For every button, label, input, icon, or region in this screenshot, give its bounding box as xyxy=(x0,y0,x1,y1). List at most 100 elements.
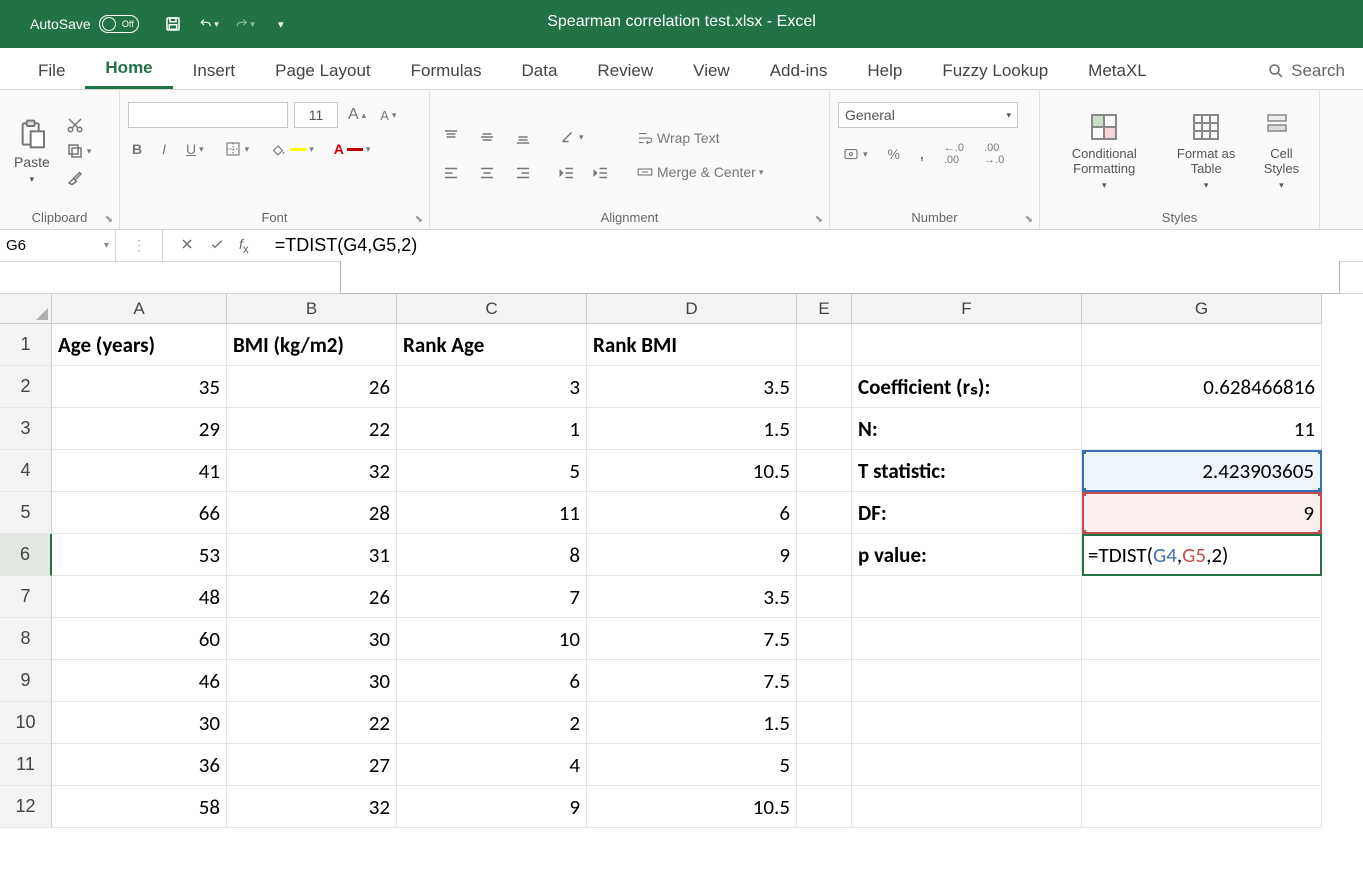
row-header-12[interactable]: 12 xyxy=(0,786,52,828)
cell-F3[interactable]: N: xyxy=(852,408,1082,450)
tab-insert[interactable]: Insert xyxy=(173,53,256,89)
redo-icon[interactable]: ▾ xyxy=(235,14,255,34)
row-header-2[interactable]: 2 xyxy=(0,366,52,408)
insert-function-icon[interactable]: fx xyxy=(239,236,249,256)
clipboard-launcher-icon[interactable]: ⬊ xyxy=(105,214,113,225)
merge-center-button[interactable]: Merge & Center▾ xyxy=(632,161,767,183)
font-name-input[interactable] xyxy=(128,102,288,128)
copy-button[interactable]: ▾ xyxy=(62,140,96,162)
number-launcher-icon[interactable]: ⬊ xyxy=(1025,214,1033,225)
cell-B2[interactable]: 26 xyxy=(227,366,397,408)
cell-D4[interactable]: 10.5 xyxy=(587,450,797,492)
cell-E7[interactable] xyxy=(797,576,852,618)
cell-F5[interactable]: DF: xyxy=(852,492,1082,534)
cell-A2[interactable]: 35 xyxy=(52,366,227,408)
format-painter-button[interactable] xyxy=(62,166,96,188)
cell-C6[interactable]: 8 xyxy=(397,534,587,576)
decrease-decimal-icon[interactable]: .00→.0 xyxy=(980,140,1008,168)
cell-D3[interactable]: 1.5 xyxy=(587,408,797,450)
cell-C7[interactable]: 7 xyxy=(397,576,587,618)
decrease-indent-icon[interactable] xyxy=(554,162,580,184)
cell-A6[interactable]: 53 xyxy=(52,534,227,576)
cell-A5[interactable]: 66 xyxy=(52,492,227,534)
format-as-table-button[interactable]: Format as Table▾ xyxy=(1164,107,1247,195)
align-top-icon[interactable] xyxy=(438,126,464,148)
cell-A11[interactable]: 36 xyxy=(52,744,227,786)
increase-decimal-icon[interactable]: ←.0.00 xyxy=(940,140,968,168)
cell-F8[interactable] xyxy=(852,618,1082,660)
bold-button[interactable]: B xyxy=(128,139,146,159)
increase-font-icon[interactable]: A▴ xyxy=(344,104,370,126)
underline-button[interactable]: U▾ xyxy=(182,139,208,159)
tab-addins[interactable]: Add-ins xyxy=(750,53,848,89)
row-header-11[interactable]: 11 xyxy=(0,744,52,786)
tab-formulas[interactable]: Formulas xyxy=(391,53,502,89)
cell-F9[interactable] xyxy=(852,660,1082,702)
cell-E1[interactable] xyxy=(797,324,852,366)
fill-color-button[interactable]: ▾ xyxy=(265,138,318,160)
percent-format-icon[interactable]: % xyxy=(884,144,904,164)
cell-F2[interactable]: Coefficient (rₛ): xyxy=(852,366,1082,408)
borders-button[interactable]: ▾ xyxy=(220,138,254,160)
cell-B11[interactable]: 27 xyxy=(227,744,397,786)
cell-G6-editing[interactable]: =TDIST(G4,G5,2) xyxy=(1082,534,1322,576)
tab-view[interactable]: View xyxy=(673,53,750,89)
cell-G11[interactable] xyxy=(1082,744,1322,786)
col-header-E[interactable]: E xyxy=(797,294,852,324)
autosave-control[interactable]: AutoSave Off xyxy=(30,15,139,33)
cell-E2[interactable] xyxy=(797,366,852,408)
cell-G7[interactable] xyxy=(1082,576,1322,618)
font-launcher-icon[interactable]: ⬊ xyxy=(415,214,423,225)
tab-fuzzy-lookup[interactable]: Fuzzy Lookup xyxy=(922,53,1068,89)
row-header-5[interactable]: 5 xyxy=(0,492,52,534)
spreadsheet-grid[interactable]: A B C D E F G 1 2 3 4 5 6 7 8 9 10 11 12 xyxy=(0,294,1363,828)
tab-help[interactable]: Help xyxy=(847,53,922,89)
cell-E10[interactable] xyxy=(797,702,852,744)
row-header-7[interactable]: 7 xyxy=(0,576,52,618)
col-header-F[interactable]: F xyxy=(852,294,1082,324)
cell-E12[interactable] xyxy=(797,786,852,828)
row-header-3[interactable]: 3 xyxy=(0,408,52,450)
cell-F12[interactable] xyxy=(852,786,1082,828)
cell-D5[interactable]: 6 xyxy=(587,492,797,534)
number-format-select[interactable]: General▾ xyxy=(838,102,1018,128)
formula-input[interactable]: =TDIST(G4,G5,2) xyxy=(265,230,1363,261)
cut-button[interactable] xyxy=(62,114,96,136)
tab-file[interactable]: File xyxy=(18,53,85,89)
wrap-text-button[interactable]: Wrap Text xyxy=(632,127,767,149)
cell-styles-button[interactable]: Cell Styles▾ xyxy=(1252,107,1311,195)
font-size-input[interactable] xyxy=(294,102,338,128)
tab-page-layout[interactable]: Page Layout xyxy=(255,53,390,89)
align-bottom-icon[interactable] xyxy=(510,126,536,148)
accounting-format-icon[interactable]: ▾ xyxy=(838,143,872,165)
row-header-8[interactable]: 8 xyxy=(0,618,52,660)
cell-G10[interactable] xyxy=(1082,702,1322,744)
tab-metaxl[interactable]: MetaXL xyxy=(1068,53,1167,89)
cell-C11[interactable]: 4 xyxy=(397,744,587,786)
col-header-D[interactable]: D xyxy=(587,294,797,324)
tab-home[interactable]: Home xyxy=(85,50,172,89)
cell-G5[interactable]: 9 xyxy=(1082,492,1322,534)
comma-format-icon[interactable]: , xyxy=(916,144,928,164)
conditional-formatting-button[interactable]: Conditional Formatting▾ xyxy=(1048,107,1160,195)
cell-A3[interactable]: 29 xyxy=(52,408,227,450)
alignment-launcher-icon[interactable]: ⬊ xyxy=(815,214,823,225)
row-header-4[interactable]: 4 xyxy=(0,450,52,492)
cell-A7[interactable]: 48 xyxy=(52,576,227,618)
align-left-icon[interactable] xyxy=(438,162,464,184)
cell-G1[interactable] xyxy=(1082,324,1322,366)
cell-A9[interactable]: 46 xyxy=(52,660,227,702)
col-header-C[interactable]: C xyxy=(397,294,587,324)
namebox-expand-icon[interactable]: ⋮ xyxy=(132,237,146,254)
increase-indent-icon[interactable] xyxy=(588,162,614,184)
paste-button[interactable]: Paste ▾ xyxy=(8,114,56,189)
tab-data[interactable]: Data xyxy=(502,53,578,89)
customize-qat-icon[interactable]: ▾ xyxy=(271,14,291,34)
name-box[interactable]: G6▾ xyxy=(0,230,116,261)
font-color-button[interactable]: A▾ xyxy=(330,139,375,159)
cell-C10[interactable]: 2 xyxy=(397,702,587,744)
cell-C9[interactable]: 6 xyxy=(397,660,587,702)
tab-review[interactable]: Review xyxy=(577,53,673,89)
cell-C3[interactable]: 1 xyxy=(397,408,587,450)
cell-E5[interactable] xyxy=(797,492,852,534)
